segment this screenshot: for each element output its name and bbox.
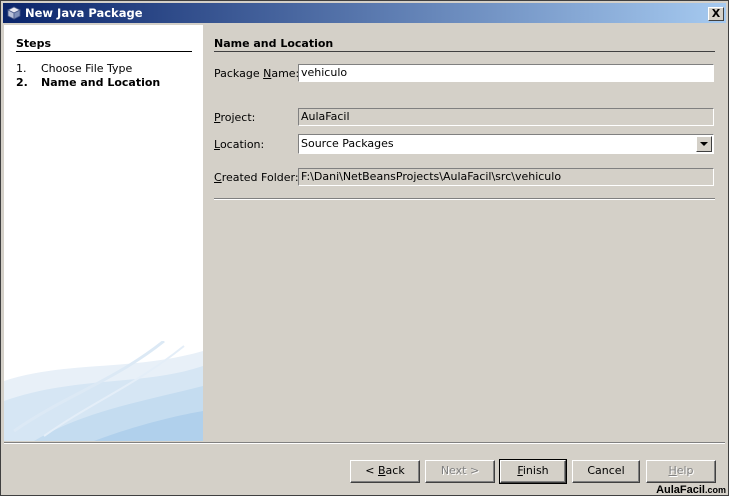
step-label: Name and Location xyxy=(41,76,161,89)
steps-panel: Steps 1. Choose File Type 2. Name and Loca… xyxy=(4,25,203,441)
section-title: Name and Location xyxy=(214,37,334,50)
help-button[interactable]: Help xyxy=(646,460,716,483)
wizard-swoosh-graphic xyxy=(4,341,203,441)
wizard-content: Name and Location Package Name: vehiculo… xyxy=(204,25,726,441)
step-number: 1. xyxy=(16,62,27,75)
step-number: 2. xyxy=(16,76,28,89)
location-select[interactable]: Source Packages xyxy=(298,134,714,154)
section-divider xyxy=(214,51,715,52)
cancel-button[interactable]: Cancel xyxy=(572,460,640,483)
dialog-window: New Java Package X Steps 1. Choose File T… xyxy=(0,0,729,496)
button-bar-divider xyxy=(4,442,725,444)
aulafacil-watermark: AulaFacil.com xyxy=(656,484,726,496)
location-selected-value: Source Packages xyxy=(301,137,394,150)
steps-divider xyxy=(16,51,192,52)
project-label: Project: xyxy=(214,111,256,124)
title-bar[interactable]: New Java Package X xyxy=(3,3,726,23)
created-folder-field: F:\Dani\NetBeansProjects\AulaFacil\src\v… xyxy=(298,168,714,186)
package-name-label: Package Name: xyxy=(214,67,300,80)
step-label: Choose File Type xyxy=(41,62,133,75)
location-label: Location: xyxy=(214,138,265,151)
close-icon: X xyxy=(711,7,721,20)
next-button[interactable]: Next > xyxy=(425,460,495,483)
steps-title: Steps xyxy=(16,37,52,50)
window-title: New Java Package xyxy=(25,6,143,20)
project-field: AulaFacil xyxy=(298,108,714,126)
close-button[interactable]: X xyxy=(708,7,724,21)
package-name-input[interactable]: vehiculo xyxy=(298,64,714,82)
finish-button[interactable]: Finish xyxy=(499,459,567,484)
created-folder-label: Created Folder: xyxy=(214,171,299,184)
chevron-down-icon[interactable] xyxy=(696,136,712,152)
step-item-current: 2. Name and Location xyxy=(16,76,160,89)
back-button[interactable]: < Back xyxy=(350,460,420,483)
form-divider xyxy=(214,198,715,200)
step-item: 1. Choose File Type xyxy=(16,62,132,75)
java-package-icon xyxy=(7,6,21,20)
